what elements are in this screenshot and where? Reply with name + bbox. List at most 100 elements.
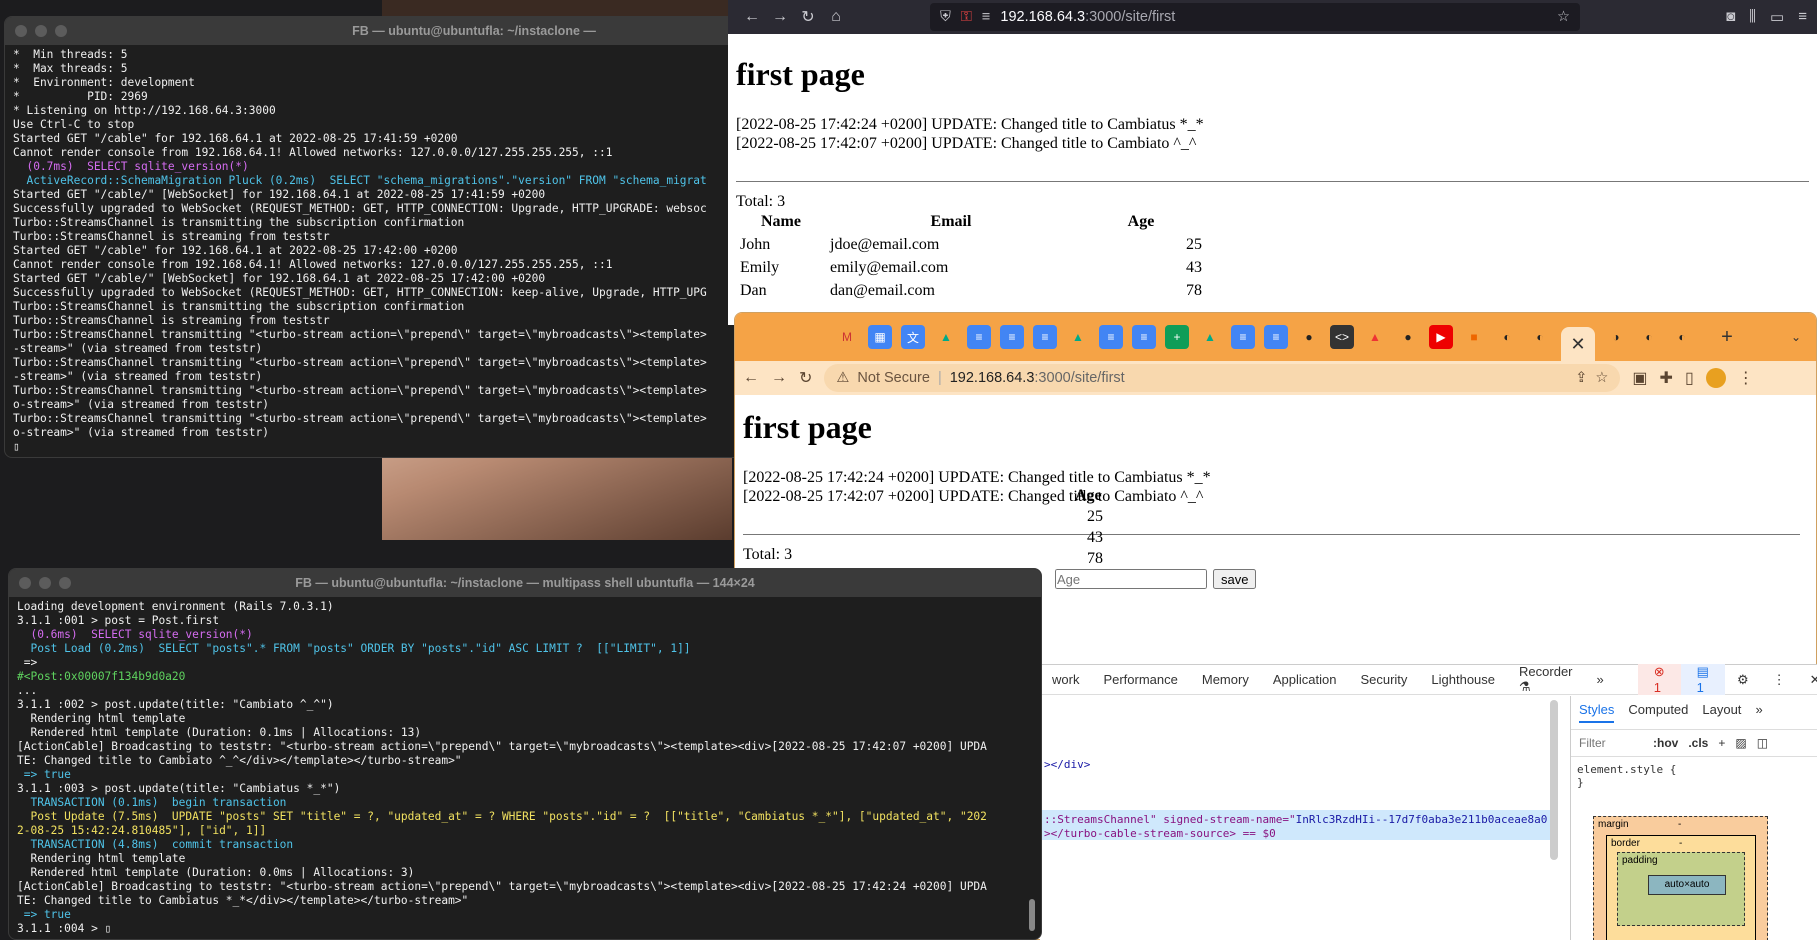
tab-close-icon[interactable]: ✕ xyxy=(1561,327,1595,361)
shield-icon[interactable]: ⛨ xyxy=(940,9,951,25)
settings-gear-icon[interactable]: ⚙ xyxy=(1725,672,1761,688)
devtools-tab[interactable]: Recorder ⚗ xyxy=(1507,664,1584,695)
tab-site-icon[interactable]: ◐ xyxy=(1637,325,1661,349)
devtools-tab[interactable]: Performance xyxy=(1091,672,1189,687)
chrome-omnibox[interactable]: ⚠ Not Secure | 192.168.64.3:3000/site/fi… xyxy=(824,364,1621,392)
window-controls[interactable] xyxy=(19,577,71,589)
home-icon[interactable]: ⌂ xyxy=(822,3,850,31)
new-tab-icon[interactable]: + xyxy=(1715,325,1739,349)
puzzle-icon[interactable]: ✚ xyxy=(1660,368,1673,388)
lock-icon[interactable]: ⚿ xyxy=(961,9,972,25)
back-icon[interactable]: ← xyxy=(738,3,766,31)
tab-drive-icon[interactable]: ▲ xyxy=(934,325,958,349)
scrollbar[interactable] xyxy=(1550,700,1558,860)
tab-gmail-icon[interactable]: M xyxy=(835,325,859,349)
back-icon[interactable]: ← xyxy=(743,369,759,387)
styles-filter-input[interactable] xyxy=(1579,736,1643,750)
window-controls[interactable] xyxy=(15,25,67,37)
tab-docs-icon[interactable]: ≡ xyxy=(1264,325,1288,349)
devtools-tab[interactable]: Memory xyxy=(1190,672,1261,687)
firefox-url-bar[interactable]: ⛨ ⚿ ≡ 192.168.64.3:3000/site/first ☆ xyxy=(930,3,1580,31)
terminal-titlebar[interactable]: FB — ubuntu@ubuntufla: ~/instaclone — mu… xyxy=(9,569,1041,597)
tab-more[interactable]: » xyxy=(1755,702,1762,723)
tab-site-icon[interactable]: ◐ xyxy=(1528,325,1552,349)
extension-icon[interactable]: ▣ xyxy=(1632,368,1647,388)
error-badge[interactable]: ⊗ 1 xyxy=(1637,664,1681,695)
terminal-window-bottom[interactable]: FB — ubuntu@ubuntufla: ~/instaclone — mu… xyxy=(8,568,1042,940)
class-toggle[interactable]: .cls xyxy=(1688,736,1708,750)
terminal-output[interactable]: Loading development environment (Rails 7… xyxy=(9,597,1041,939)
tab-search-icon[interactable]: ⌄ xyxy=(1784,325,1808,349)
forward-icon[interactable]: → xyxy=(766,3,794,31)
reload-icon[interactable]: ↻ xyxy=(794,3,822,31)
hover-state-toggle[interactable]: :hov xyxy=(1653,736,1678,750)
tab-translate-icon[interactable]: 文 xyxy=(901,325,925,349)
tab-docs-icon[interactable]: ≡ xyxy=(967,325,991,349)
tab-github-icon[interactable]: ● xyxy=(1396,325,1420,349)
element-style-rule[interactable]: element.style { xyxy=(1577,763,1811,776)
box-model-diagram[interactable]: margin - border - padding auto×auto xyxy=(1593,816,1768,940)
tab-docs-icon[interactable]: ≡ xyxy=(1132,325,1156,349)
devtools-tabs[interactable]: work Performance Memory Application Secu… xyxy=(1040,664,1817,695)
sidepanel-icon[interactable]: ▯ xyxy=(1685,368,1694,388)
tab-layout[interactable]: Layout xyxy=(1702,702,1741,723)
devtools-tab[interactable]: Lighthouse xyxy=(1419,672,1507,687)
tab-calendar-icon[interactable]: ▦ xyxy=(868,325,892,349)
firefox-window[interactable]: ← → ↻ ⌂ ⛨ ⚿ ≡ 192.168.64.3:3000/site/fir… xyxy=(728,0,1817,325)
scrollbar[interactable] xyxy=(1029,899,1035,931)
tab-globe-icon[interactable]: ◑ xyxy=(1604,325,1628,349)
elements-tree[interactable]: ></div> ::StreamsChannel" signed-stream-… xyxy=(1040,696,1562,940)
bookmark-star-icon[interactable]: ☆ xyxy=(1595,370,1608,386)
close-icon[interactable]: ✕ xyxy=(1798,672,1817,688)
warning-icon[interactable]: ⚠ xyxy=(836,370,849,386)
tab-alert-icon[interactable]: ▲ xyxy=(1363,325,1387,349)
tab-drive-icon[interactable]: ▲ xyxy=(1066,325,1090,349)
terminal-titlebar[interactable]: FB — ubuntu@ubuntufla: ~/instaclone — xyxy=(5,17,743,45)
sidebar-icon[interactable]: ▭ xyxy=(1770,8,1784,26)
terminal-window-top[interactable]: FB — ubuntu@ubuntufla: ~/instaclone — * … xyxy=(4,16,744,458)
tab-youtube-icon[interactable]: ▶ xyxy=(1429,325,1453,349)
library-icon[interactable]: ⫼ xyxy=(1749,8,1756,26)
devtools-tab[interactable]: Application xyxy=(1261,672,1349,687)
tab-code-icon[interactable]: <> xyxy=(1330,325,1354,349)
forward-icon[interactable]: → xyxy=(771,369,787,387)
paint-icon[interactable]: ▨ xyxy=(1735,736,1746,750)
share-icon[interactable]: ⇪ xyxy=(1575,370,1587,386)
kebab-menu-icon[interactable]: ⋮ xyxy=(1761,672,1798,688)
sidebar-toggle-icon[interactable]: ◫ xyxy=(1757,736,1768,750)
avatar[interactable] xyxy=(1705,368,1726,388)
tab-docs-icon[interactable]: ≡ xyxy=(1000,325,1024,349)
menu-icon[interactable]: ≡ xyxy=(1798,8,1807,26)
devtools-panel[interactable]: work Performance Memory Application Secu… xyxy=(1040,664,1817,940)
age-input[interactable] xyxy=(1055,569,1207,589)
tab-styles[interactable]: Styles xyxy=(1579,702,1615,723)
code-line[interactable]: ></turbo-cable-stream-source> == $0 xyxy=(1044,827,1276,840)
tab-docs-icon[interactable]: ≡ xyxy=(1033,325,1057,349)
devtools-tab[interactable]: work xyxy=(1040,672,1091,687)
devtools-tab[interactable]: » xyxy=(1585,672,1616,687)
content-size[interactable]: auto×auto xyxy=(1648,875,1726,895)
add-rule-icon[interactable]: + xyxy=(1718,736,1725,750)
code-line[interactable]: ::StreamsChannel" signed-stream-name="In… xyxy=(1044,813,1547,826)
terminal-output[interactable]: * Min threads: 5 * Max threads: 5 * Enviro… xyxy=(5,45,743,457)
chrome-tab-strip[interactable]: M ▦ 文 ▲ ≡ ≡ ≡ ▲ ≡ ≡ + ▲ ≡ ≡ ● <> ▲ ● ▶ ■… xyxy=(735,313,1816,361)
tab-drive-icon[interactable]: ▲ xyxy=(1198,325,1222,349)
code-line[interactable]: ></div> xyxy=(1044,758,1090,771)
permissions-icon[interactable]: ≡ xyxy=(982,9,990,25)
message-badge[interactable]: ▤ 1 xyxy=(1680,664,1725,695)
tab-box-icon[interactable]: ■ xyxy=(1462,325,1486,349)
save-button[interactable]: save xyxy=(1213,569,1257,589)
tab-docs-icon[interactable]: ≡ xyxy=(1099,325,1123,349)
tab-github-icon[interactable]: ● xyxy=(1297,325,1321,349)
kebab-menu-icon[interactable]: ⋮ xyxy=(1738,368,1754,388)
tab-site-icon[interactable]: ◐ xyxy=(1670,325,1694,349)
tab-sheets-icon[interactable]: + xyxy=(1165,325,1189,349)
tab-site-icon[interactable]: ◐ xyxy=(1495,325,1519,349)
devtools-tab[interactable]: Security xyxy=(1348,672,1419,687)
styles-pane[interactable]: Styles Computed Layout » :hov .cls + ▨ ◫… xyxy=(1570,696,1817,940)
reload-icon[interactable]: ↻ xyxy=(799,368,812,388)
tab-docs-icon[interactable]: ≡ xyxy=(1231,325,1255,349)
pocket-icon[interactable]: ◙ xyxy=(1726,8,1735,26)
tab-computed[interactable]: Computed xyxy=(1628,702,1688,723)
bookmark-star-icon[interactable]: ☆ xyxy=(1557,9,1570,25)
